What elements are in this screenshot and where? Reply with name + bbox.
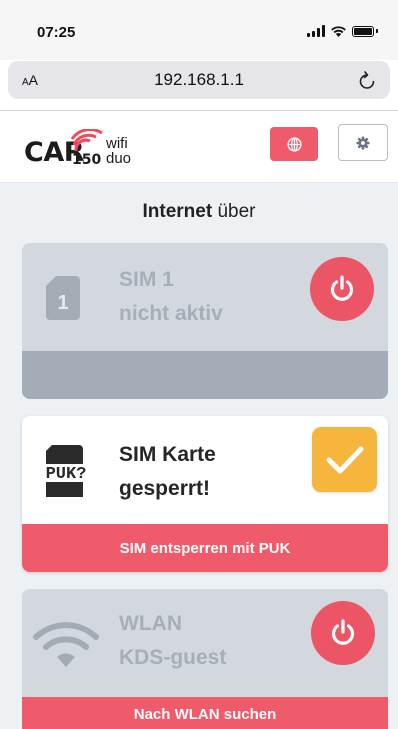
logo-model: 150 [72, 152, 102, 168]
card-title-line1: SIM 1 [119, 268, 174, 291]
card-title-line2: nicht aktiv [119, 302, 223, 325]
unlock-sim-button[interactable]: SIM entsperren mit PUK [22, 524, 388, 572]
power-icon [331, 619, 355, 645]
page-title: Internet über [142, 201, 256, 222]
language-button[interactable] [270, 127, 318, 161]
status-icons [307, 25, 378, 37]
sim-number: 1 [57, 292, 68, 314]
logo[interactable]: CAR 150 wifi duo [24, 129, 174, 173]
sim-card-puk-icon: PUK? [36, 445, 98, 497]
card-title-line1: SIM Karte [119, 443, 216, 466]
settings-button[interactable] [338, 124, 388, 161]
wifi-icon [33, 622, 99, 667]
wlan-power-button[interactable] [311, 601, 375, 665]
sim1-power-button[interactable] [310, 257, 374, 321]
search-wlan-button[interactable]: Nach WLAN suchen [22, 697, 388, 729]
signal-icon [307, 25, 325, 37]
check-icon [326, 446, 363, 473]
status-time: 07:25 [37, 24, 76, 41]
card-title-line2: gesperrt! [119, 477, 211, 500]
url-text: 192.168.1.1 [154, 70, 244, 89]
card-sim1-footer [22, 351, 388, 399]
gear-icon [356, 135, 370, 150]
power-icon [330, 275, 354, 301]
logo-duo-text: duo [106, 150, 132, 167]
sim-card-icon: 1 [46, 276, 80, 320]
status-bar: 07:25 [0, 0, 398, 60]
card-title-line2: KDS-guest [119, 646, 227, 669]
card-sim-locked: PUK? SIM Karte gesperrt! SIM entsperren … [22, 416, 388, 572]
puk-label: PUK? [46, 465, 87, 484]
card-title-line1: WLAN [119, 612, 182, 635]
card-wlan: WLAN KDS-guest Nach WLAN suchen [22, 589, 388, 729]
url-bar[interactable]: AA 192.168.1.1 [8, 61, 390, 99]
wifi-icon [331, 26, 346, 37]
text-size-button[interactable]: AA [22, 72, 38, 88]
app-header: CAR 150 wifi duo [0, 111, 398, 183]
globe-icon [286, 136, 302, 152]
reload-icon[interactable] [358, 70, 376, 90]
battery-icon [352, 25, 374, 37]
card-sim1: 1 SIM 1 nicht aktiv [22, 243, 388, 399]
sim-select-checkbox[interactable] [312, 427, 377, 492]
